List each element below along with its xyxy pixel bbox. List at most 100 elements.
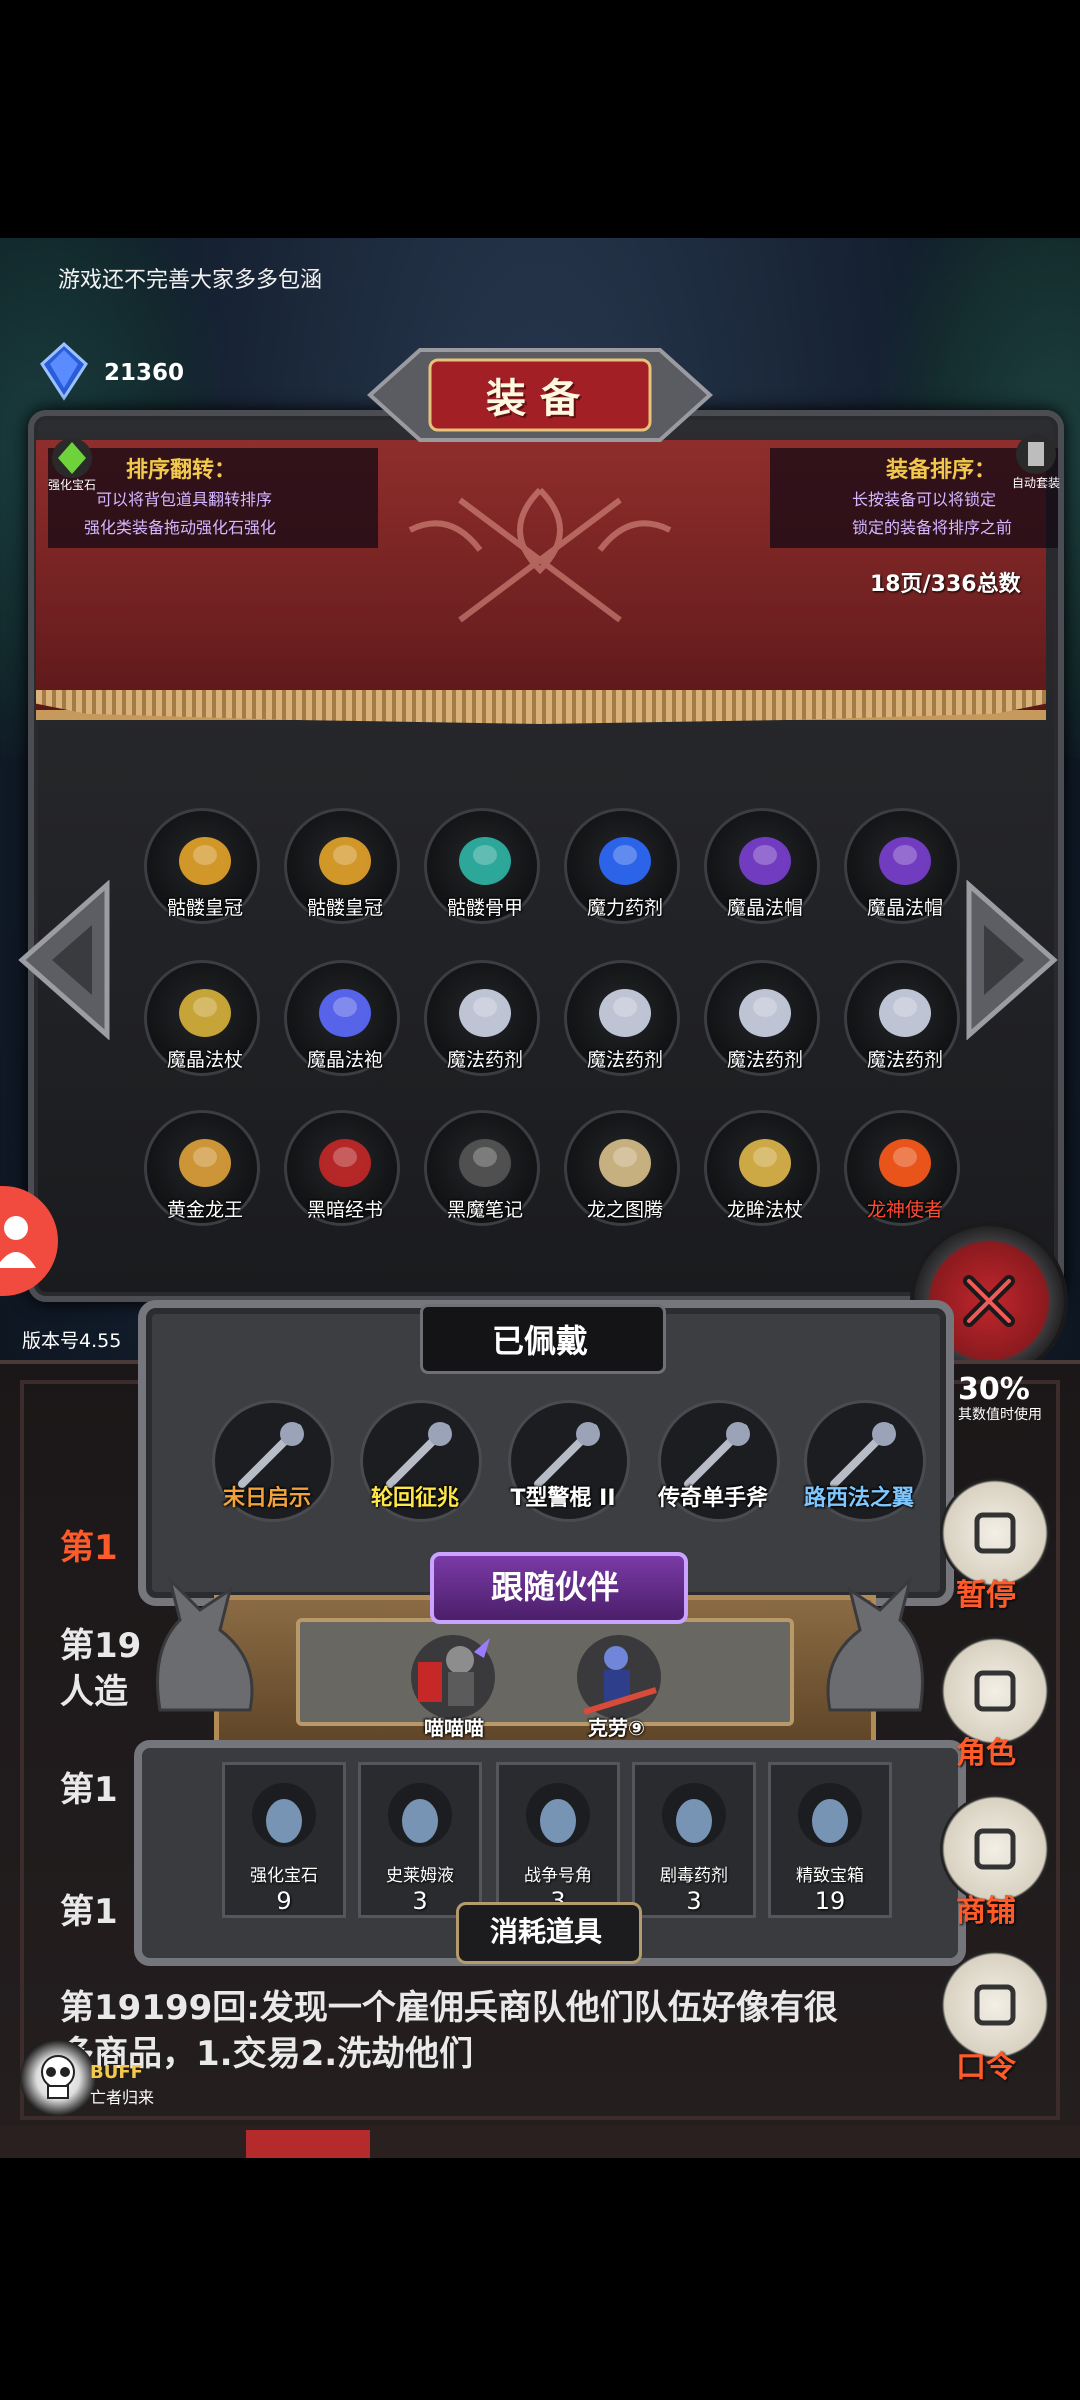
- inventory-slot-label: 龙神使者: [866, 1199, 943, 1221]
- log-line-3: 第1: [60, 1770, 118, 1810]
- equipment-sort-line-1: 长按装备可以将锁定: [852, 490, 997, 509]
- inventory-slot-label: 黄金龙王: [166, 1199, 243, 1221]
- knight-icon: [577, 1635, 661, 1719]
- log-line-5: 第19199回:发现一个雇佣兵商队他们队伍好像有很: [60, 1988, 838, 2028]
- war-horn-icon: [526, 1783, 590, 1847]
- equipped-item-label: 轮回征兆: [370, 1486, 459, 1511]
- inventory-slot[interactable]: 骷髅皇冠: [284, 808, 400, 924]
- inventory-slot-label: 魔晶法帽: [726, 897, 803, 919]
- consumable-count: 9: [276, 1887, 292, 1915]
- inventory-slot[interactable]: 魔晶法袍: [284, 960, 400, 1076]
- equipped-item-label: T型警棍 II: [510, 1486, 616, 1511]
- potion-icon: [879, 989, 931, 1037]
- bone-armor-icon: [459, 837, 511, 885]
- robe-icon: [319, 989, 371, 1037]
- equipped-item-label: 路西法之翼: [803, 1486, 914, 1511]
- companion-slot-2[interactable]: 克劳⑨: [564, 1632, 674, 1752]
- gargoyle-left-icon: [156, 1575, 254, 1712]
- inventory-slot[interactable]: 魔法药剂: [424, 960, 540, 1076]
- equipped-item[interactable]: 传奇单手斧: [648, 1400, 780, 1530]
- inventory-slot-label: 魔法药剂: [726, 1049, 803, 1071]
- red-book-icon: [319, 1139, 371, 1187]
- companion-label-1: 喵喵喵: [424, 1716, 484, 1740]
- slime-potion-icon: [388, 1783, 452, 1847]
- inventory-slot[interactable]: 骷髅骨甲: [424, 808, 540, 924]
- potion-icon: [739, 989, 791, 1037]
- skull-crown-icon: [179, 837, 231, 885]
- enhance-gem-corner-label: 强化宝石: [47, 478, 96, 492]
- shop-icon: [974, 1828, 1016, 1870]
- consumable-label: 剧毒药剂: [660, 1866, 728, 1886]
- bottom-bar: [0, 2126, 1080, 2158]
- inventory-slot[interactable]: 魔法药剂: [844, 960, 960, 1076]
- inventory-slot-label: 黑暗经书: [306, 1199, 383, 1221]
- consumable-slot[interactable]: 剧毒药剂 3: [632, 1762, 756, 1918]
- equipped-item[interactable]: 轮回征兆: [350, 1400, 482, 1530]
- consumable-slot[interactable]: 史莱姆液 3: [358, 1762, 482, 1918]
- notice-text: 游戏还不完善大家多多包涵: [58, 268, 323, 293]
- version-label: 版本号4.55: [22, 1330, 122, 1352]
- auto-equip-corner-button[interactable]: 自动套装: [1006, 430, 1066, 490]
- consumable-slot[interactable]: 强化宝石 9: [222, 1762, 346, 1918]
- consumable-label: 战争号角: [524, 1866, 592, 1886]
- inventory-slot[interactable]: 骷髅皇冠: [144, 808, 260, 924]
- companion-label-2: 克劳⑨: [588, 1716, 645, 1740]
- flip-sort-title: 排序翻转：: [126, 458, 237, 483]
- buff-title: BUFF: [90, 2062, 143, 2083]
- consumable-label: 精致宝箱: [796, 1866, 864, 1886]
- equipped-item[interactable]: 末日启示: [202, 1400, 334, 1530]
- inventory-slot[interactable]: 魔晶法帽: [844, 808, 960, 924]
- prev-page-arrow[interactable]: [12, 880, 112, 1040]
- inventory-slot[interactable]: 魔力药剂: [564, 808, 680, 924]
- blue-gem-icon: [40, 342, 88, 401]
- dragon-totem-icon: [599, 1139, 651, 1187]
- inventory-slot-label: 魔法药剂: [446, 1049, 523, 1071]
- equipped-item[interactable]: 路西法之翼: [794, 1400, 926, 1530]
- scroll-icon: [974, 1984, 1016, 2026]
- inventory-slot[interactable]: 黑魔笔记: [424, 1110, 540, 1226]
- inventory-slot[interactable]: 龙眸法杖: [704, 1110, 820, 1226]
- inventory-slot[interactable]: 魔晶法帽: [704, 808, 820, 924]
- user-icon: [0, 1216, 36, 1268]
- consumable-count: 19: [814, 1887, 846, 1915]
- inventory-slot[interactable]: 龙神使者: [844, 1110, 960, 1226]
- auto-equip-corner-label: 自动套装: [1011, 476, 1060, 490]
- inventory-slot-label: 龙眸法杖: [726, 1199, 803, 1221]
- consumable-slot[interactable]: 精致宝箱 19: [768, 1762, 892, 1918]
- inventory-slot[interactable]: 龙之图腾: [564, 1110, 680, 1226]
- wizard-hat-icon: [879, 837, 931, 885]
- panel-title: 装备: [486, 376, 594, 422]
- equipped-item[interactable]: T型警棍 II: [498, 1400, 630, 1530]
- inventory-slot-label: 黑魔笔记: [446, 1199, 523, 1221]
- equipment-sort-line-2: 锁定的装备将排序之前: [852, 518, 1013, 537]
- page-info: 18页/336总数: [870, 572, 1021, 597]
- inventory-slot[interactable]: 魔法药剂: [704, 960, 820, 1076]
- inventory-slot[interactable]: 黄金龙王: [144, 1110, 260, 1226]
- inventory-slot-label: 魔晶法帽: [866, 897, 943, 919]
- inventory-slot-label: 魔法药剂: [866, 1049, 943, 1071]
- log-line-2a: 第19: [60, 1626, 142, 1666]
- enhance-gem-corner-button[interactable]: 强化宝石: [42, 434, 102, 492]
- inventory-slot-label: 骷髅骨甲: [446, 897, 523, 919]
- green-gem-icon: [52, 438, 92, 478]
- inventory-slot[interactable]: 魔晶法杖: [144, 960, 260, 1076]
- consumable-label: 强化宝石: [250, 1866, 318, 1886]
- inventory-slot-label: 龙之图腾: [586, 1199, 663, 1221]
- flip-sort-line-1: 可以将背包道具翻转排序: [96, 490, 273, 509]
- gem-count: 21360: [104, 360, 185, 386]
- companion-slot-1[interactable]: 喵喵喵: [398, 1632, 508, 1752]
- inventory-slot-label: 魔晶法袍: [306, 1049, 383, 1071]
- mana-potion-icon: [599, 837, 651, 885]
- consumables-title: 消耗道具: [489, 1915, 602, 1948]
- inventory-slot[interactable]: 魔法药剂: [564, 960, 680, 1076]
- percent-note: 其数值时使用: [958, 1407, 1042, 1423]
- inventory-slot[interactable]: 黑暗经书: [284, 1110, 400, 1226]
- log-line-2b: 人造: [60, 1672, 128, 1712]
- skull-crown-icon: [319, 837, 371, 885]
- consumable-slot[interactable]: 战争号角 3: [496, 1762, 620, 1918]
- wizard-hat-icon: [739, 837, 791, 885]
- poison-potion-icon: [662, 1783, 726, 1847]
- consumable-label: 史莱姆液: [386, 1866, 454, 1886]
- buff-button[interactable]: [20, 2040, 96, 2116]
- skull-icon: [41, 2055, 75, 2099]
